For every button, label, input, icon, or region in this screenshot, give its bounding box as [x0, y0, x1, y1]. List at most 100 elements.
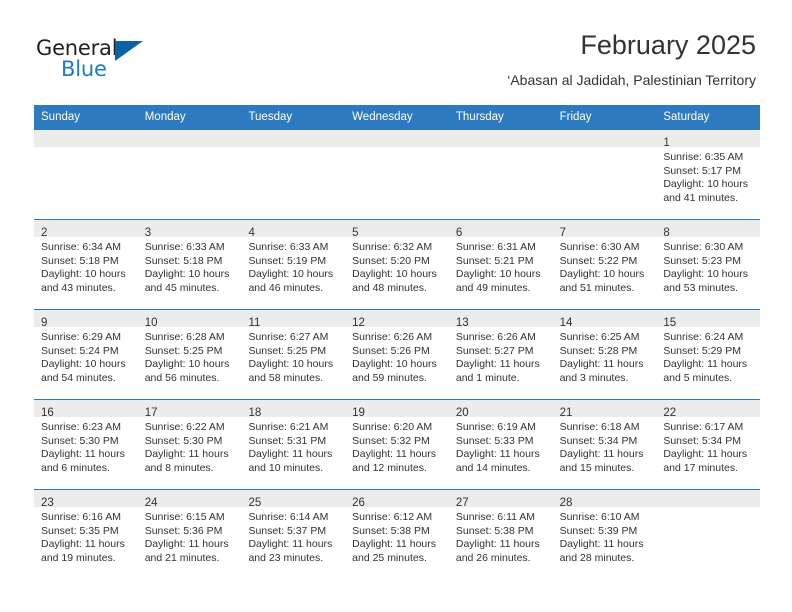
day-details: Sunrise: 6:24 AM Sunset: 5:29 PM Daylight:…	[656, 327, 760, 399]
sunset-text: Sunset: 5:36 PM	[144, 524, 223, 537]
day-number-band	[34, 130, 138, 147]
day-cell-4[interactable]: 4 Sunrise: 6:33 AM Sunset: 5:19 PM Daylight…	[241, 220, 346, 309]
page-title: February 2025	[580, 30, 756, 60]
day-number-band: 18	[241, 400, 346, 419]
day-cell-1[interactable]: 1 Sunrise: 6:35 AM Sunset: 5:17 PM Daylight…	[656, 130, 761, 219]
sunrise-text: Sunrise: 6:34 AM	[41, 241, 121, 253]
day-number-band: 22	[656, 400, 761, 419]
day-details	[138, 147, 242, 219]
sunrise-text: Sunrise: 6:18 AM	[559, 421, 640, 433]
day-details: Sunrise: 6:30 AM Sunset: 5:22 PM Daylight:…	[553, 237, 657, 309]
day-cell-14[interactable]: 14 Sunrise: 6:25 AM Sunset: 5:28 PM Dayligh…	[552, 310, 657, 399]
day-cell-empty	[345, 130, 449, 219]
sunrise-text: Sunrise: 6:28 AM	[144, 331, 225, 343]
day-cell-9[interactable]: 9 Sunrise: 6:29 AM Sunset: 5:24 PM Daylight…	[34, 310, 138, 399]
day-cell-8[interactable]: 8 Sunrise: 6:30 AM Sunset: 5:23 PM Daylight…	[656, 220, 761, 309]
day-cell-6[interactable]: 6 Sunrise: 6:31 AM Sunset: 5:21 PM Daylight…	[448, 220, 553, 309]
weekday-header-tuesday: Tuesday	[248, 111, 293, 123]
day-cell-13[interactable]: 13 Sunrise: 6:26 AM Sunset: 5:27 PM Dayligh…	[448, 310, 553, 399]
daylight-text: Daylight: 11 hours and 17 minutes.	[663, 448, 748, 474]
sunrise-text: Sunrise: 6:30 AM	[663, 241, 744, 253]
day-details: Sunrise: 6:20 AM Sunset: 5:32 PM Daylight:…	[345, 417, 449, 489]
sunset-text: Sunset: 5:34 PM	[559, 434, 638, 447]
day-cell-3[interactable]: 3 Sunrise: 6:33 AM Sunset: 5:18 PM Daylight…	[137, 220, 242, 309]
day-cell-11[interactable]: 11 Sunrise: 6:27 AM Sunset: 5:25 PM Dayligh…	[241, 310, 346, 399]
day-cell-10[interactable]: 10 Sunrise: 6:28 AM Sunset: 5:25 PM Dayligh…	[137, 310, 242, 399]
day-details: Sunrise: 6:26 AM Sunset: 5:27 PM Daylight:…	[449, 327, 553, 399]
day-details: Sunrise: 6:33 AM Sunset: 5:18 PM Daylight:…	[138, 237, 242, 309]
day-number-band: 16	[34, 400, 138, 419]
weekday-header-row: Sunday Monday Tuesday Wednesday Thursday Frid…	[34, 105, 760, 130]
day-details	[34, 147, 138, 219]
day-number-band: 4	[241, 220, 346, 239]
day-details: Sunrise: 6:19 AM Sunset: 5:33 PM Daylight:…	[449, 417, 553, 489]
day-number: 4	[248, 227, 255, 239]
day-cell-5[interactable]: 5 Sunrise: 6:32 AM Sunset: 5:20 PM Daylight…	[345, 220, 449, 309]
day-cell-23[interactable]: 23 Sunrise: 6:16 AM Sunset: 5:35 PM Dayligh…	[34, 490, 138, 579]
day-number: 8	[663, 227, 670, 239]
sunrise-text: Sunrise: 6:30 AM	[559, 241, 640, 253]
day-cell-26[interactable]: 26 Sunrise: 6:12 AM Sunset: 5:38 PM Dayligh…	[345, 490, 449, 579]
day-details: Sunrise: 6:26 AM Sunset: 5:26 PM Daylight:…	[345, 327, 449, 399]
day-details: Sunrise: 6:28 AM Sunset: 5:25 PM Daylight:…	[138, 327, 242, 399]
day-cell-18[interactable]: 18 Sunrise: 6:21 AM Sunset: 5:31 PM Dayligh…	[241, 400, 346, 489]
day-number-band: 3	[137, 220, 242, 239]
sunset-text: Sunset: 5:18 PM	[144, 254, 223, 267]
day-cell-empty	[34, 130, 138, 219]
day-number-band: 11	[241, 310, 346, 329]
sunrise-text: Sunrise: 6:31 AM	[455, 241, 536, 253]
day-cell-24[interactable]: 24 Sunrise: 6:15 AM Sunset: 5:36 PM Dayligh…	[137, 490, 242, 579]
day-details: Sunrise: 6:12 AM Sunset: 5:38 PM Daylight:…	[345, 507, 449, 579]
day-cell-16[interactable]: 16 Sunrise: 6:23 AM Sunset: 5:30 PM Dayligh…	[34, 400, 138, 489]
daylight-text: Daylight: 10 hours and 46 minutes.	[248, 268, 334, 294]
day-details: Sunrise: 6:34 AM Sunset: 5:18 PM Daylight:…	[34, 237, 138, 309]
day-number: 20	[455, 407, 469, 419]
sunset-text: Sunset: 5:37 PM	[248, 524, 327, 537]
sunset-text: Sunset: 5:25 PM	[144, 344, 223, 357]
day-cell-27[interactable]: 27 Sunrise: 6:11 AM Sunset: 5:38 PM Dayligh…	[448, 490, 553, 579]
calendar-week-row: 16 Sunrise: 6:23 AM Sunset: 5:30 PM Dayligh…	[34, 399, 761, 489]
day-cell-20[interactable]: 20 Sunrise: 6:19 AM Sunset: 5:33 PM Dayligh…	[448, 400, 553, 489]
calendar-grid: Sunday Monday Tuesday Wednesday Thursday Frid…	[34, 105, 761, 579]
daylight-text: Daylight: 10 hours and 49 minutes.	[455, 268, 541, 294]
day-number: 11	[248, 317, 261, 329]
day-details: Sunrise: 6:15 AM Sunset: 5:36 PM Daylight:…	[138, 507, 242, 579]
day-cell-12[interactable]: 12 Sunrise: 6:26 AM Sunset: 5:26 PM Dayligh…	[345, 310, 449, 399]
day-cell-17[interactable]: 17 Sunrise: 6:22 AM Sunset: 5:30 PM Dayligh…	[137, 400, 242, 489]
day-cell-28[interactable]: 28 Sunrise: 6:10 AM Sunset: 5:39 PM Dayligh…	[552, 490, 657, 579]
day-number-band: 5	[345, 220, 449, 239]
day-number-band: 20	[448, 400, 553, 419]
day-details: Sunrise: 6:14 AM Sunset: 5:37 PM Daylight:…	[241, 507, 345, 579]
day-cell-19[interactable]: 19 Sunrise: 6:20 AM Sunset: 5:32 PM Dayligh…	[345, 400, 449, 489]
sunrise-text: Sunrise: 6:23 AM	[41, 421, 121, 433]
day-number-band: 15	[656, 310, 761, 329]
daylight-text: Daylight: 11 hours and 19 minutes.	[41, 538, 125, 564]
day-number-band: 6	[448, 220, 553, 239]
calendar-week-row: 9 Sunrise: 6:29 AM Sunset: 5:24 PM Daylight…	[34, 309, 761, 399]
sunrise-text: Sunrise: 6:25 AM	[559, 331, 640, 343]
sunrise-text: Sunrise: 6:11 AM	[455, 511, 536, 523]
day-number-band: 27	[448, 490, 553, 509]
general-blue-logo[interactable]: General Blue	[36, 36, 156, 82]
sunrise-text: Sunrise: 6:20 AM	[352, 421, 433, 433]
day-cell-2[interactable]: 2 Sunrise: 6:34 AM Sunset: 5:18 PM Daylight…	[34, 220, 138, 309]
sunset-text: Sunset: 5:22 PM	[559, 254, 638, 267]
day-cell-21[interactable]: 21 Sunrise: 6:18 AM Sunset: 5:34 PM Dayligh…	[552, 400, 657, 489]
day-details	[553, 147, 657, 219]
calendar-week-row: 23 Sunrise: 6:16 AM Sunset: 5:35 PM Dayligh…	[34, 489, 761, 579]
day-number-band	[241, 130, 346, 147]
sunset-text: Sunset: 5:31 PM	[248, 434, 327, 447]
day-number: 18	[248, 407, 262, 419]
daylight-text: Daylight: 11 hours and 5 minutes.	[663, 358, 748, 384]
day-cell-7[interactable]: 7 Sunrise: 6:30 AM Sunset: 5:22 PM Daylight…	[552, 220, 657, 309]
day-cell-15[interactable]: 15 Sunrise: 6:24 AM Sunset: 5:29 PM Dayligh…	[656, 310, 761, 399]
day-number-band: 26	[345, 490, 449, 509]
day-number-band: 21	[552, 400, 657, 419]
day-cell-22[interactable]: 22 Sunrise: 6:17 AM Sunset: 5:34 PM Dayligh…	[656, 400, 761, 489]
day-cell-25[interactable]: 25 Sunrise: 6:14 AM Sunset: 5:37 PM Dayligh…	[241, 490, 346, 579]
day-details	[241, 147, 345, 219]
day-details: Sunrise: 6:27 AM Sunset: 5:25 PM Daylight:…	[241, 327, 345, 399]
sunset-text: Sunset: 5:28 PM	[559, 344, 638, 357]
day-details: Sunrise: 6:16 AM Sunset: 5:35 PM Daylight:…	[34, 507, 138, 579]
day-number-band	[448, 130, 553, 147]
